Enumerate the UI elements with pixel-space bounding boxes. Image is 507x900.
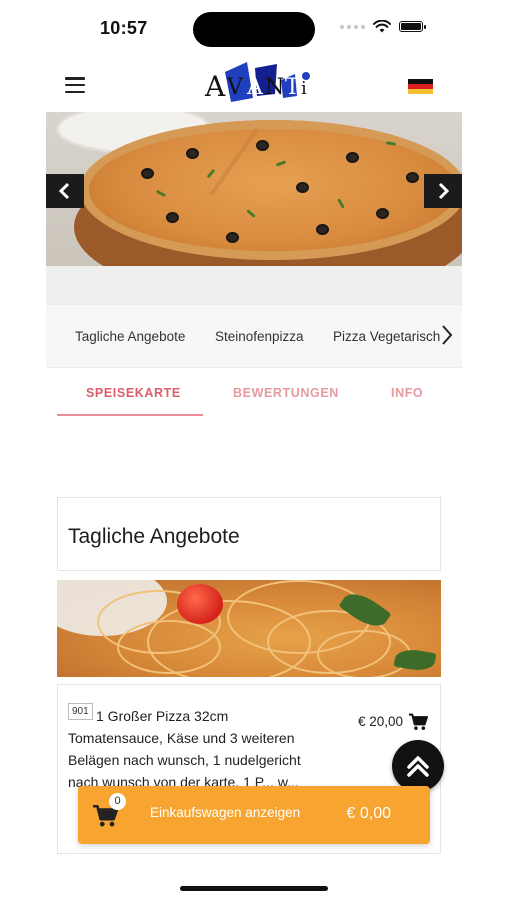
view-cart-button[interactable]: 0 Einkaufswagen anzeigen € 0,00: [78, 786, 430, 844]
svg-text:A: A: [246, 75, 264, 100]
home-indicator: [180, 886, 328, 891]
category-bar: Tagliche Angebote Steinofenpizza Pizza V…: [46, 304, 462, 368]
category-steinofenpizza[interactable]: Steinofenpizza: [215, 329, 304, 344]
chevron-right-icon[interactable]: [440, 323, 454, 347]
status-icons: [340, 20, 426, 33]
wifi-icon: [373, 20, 391, 33]
status-time: 10:57: [100, 18, 148, 38]
active-tab-indicator: [57, 414, 203, 416]
cart-bar-label: Einkaufswagen anzeigen: [150, 805, 301, 820]
carousel-next-button[interactable]: [424, 174, 462, 208]
germany-flag-icon[interactable]: [408, 79, 433, 94]
battery-icon: [399, 21, 426, 32]
double-chevron-up-icon: [407, 756, 429, 777]
tab-speisekarte[interactable]: SPEISEKARTE: [86, 386, 181, 400]
cart-count-badge: 0: [109, 793, 126, 810]
svg-text:N: N: [265, 75, 284, 100]
scroll-to-top-button[interactable]: [392, 740, 444, 792]
menu-item-number: 901: [68, 703, 93, 720]
chevron-right-icon: [438, 182, 450, 200]
svg-text:V: V: [226, 75, 244, 100]
tab-info[interactable]: INFO: [391, 386, 423, 400]
pasta-image: [57, 580, 441, 677]
tab-bewertungen[interactable]: BEWERTUNGEN: [233, 386, 339, 400]
category-tagliche-angebote[interactable]: Tagliche Angebote: [75, 329, 185, 344]
cart-total: € 0,00: [346, 805, 391, 822]
svg-text:A: A: [204, 70, 226, 103]
carousel-prev-button[interactable]: [46, 174, 84, 208]
menu-item-price: € 20,00: [358, 714, 404, 729]
svg-text:T: T: [285, 75, 300, 100]
cart-icon[interactable]: [408, 713, 428, 731]
hero-carousel: [46, 112, 462, 304]
hamburger-menu-icon[interactable]: [65, 77, 85, 93]
menu-item-description: 1 Großer Pizza 32cm Tomatensauce, Käse u…: [68, 708, 301, 790]
section-title: Tagliche Angebote: [68, 525, 240, 548]
avanti-logo: A V A N T i: [204, 62, 310, 103]
category-pizza-vegetarisch[interactable]: Pizza Vegetarisch: [333, 329, 440, 344]
section-header: Tagliche Angebote: [57, 497, 441, 571]
dynamic-island: [193, 12, 315, 47]
pizza-image: [46, 112, 462, 266]
chevron-left-icon: [58, 182, 70, 200]
signal-icon: [340, 24, 365, 29]
svg-text:i: i: [301, 78, 307, 99]
